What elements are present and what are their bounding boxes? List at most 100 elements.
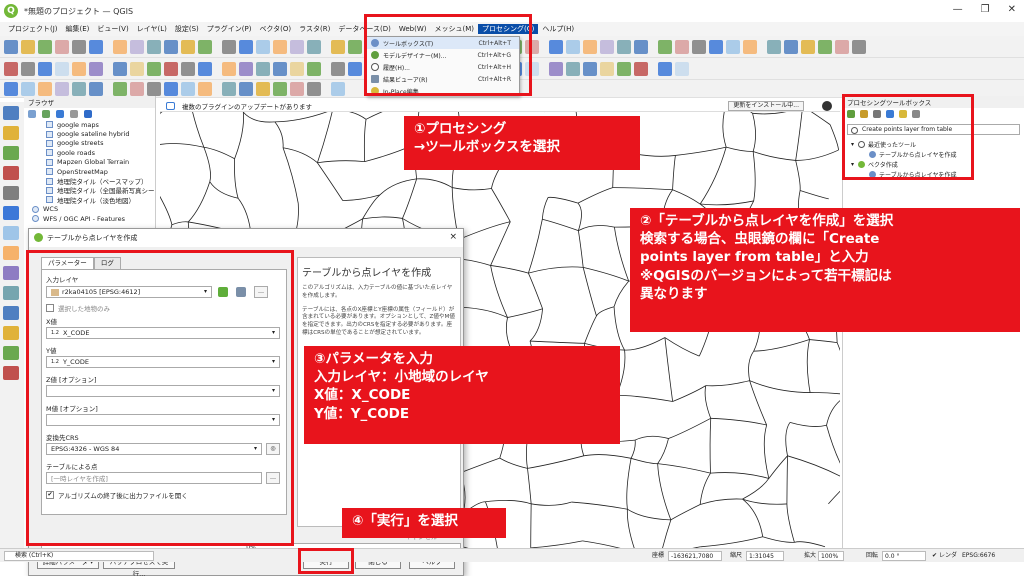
toolbar-tool-icon[interactable] xyxy=(709,39,723,54)
toolbar-tool-icon[interactable] xyxy=(726,39,740,54)
toolbar-tool-icon[interactable] xyxy=(324,82,328,96)
toolbar-tool-icon[interactable] xyxy=(784,39,798,54)
toolbar-tool-icon[interactable] xyxy=(542,40,546,54)
toolbar-tool-icon[interactable] xyxy=(55,81,69,96)
close-window-button[interactable]: ✕ xyxy=(1008,4,1016,15)
menu-layer[interactable]: レイヤ(L) xyxy=(133,24,171,34)
toolbar-tool-icon[interactable] xyxy=(21,61,35,76)
toolbar-tool-icon[interactable] xyxy=(106,40,110,54)
toolbar-tool-icon[interactable] xyxy=(89,61,103,76)
toolbar-tool-icon[interactable] xyxy=(198,61,212,76)
toolbar-tool-icon[interactable] xyxy=(113,61,127,76)
toolbar-tool-icon[interactable] xyxy=(348,61,362,76)
menu-view[interactable]: ビュー(V) xyxy=(93,24,132,34)
toolbar-tool-icon[interactable] xyxy=(583,61,597,76)
toolbar-tool-icon[interactable] xyxy=(307,39,321,54)
toolbar-tool-icon[interactable] xyxy=(239,81,253,96)
toolbar-tool-icon[interactable] xyxy=(290,61,304,76)
toolbar-tool-icon[interactable] xyxy=(215,62,219,76)
toolbar-tool-icon[interactable] xyxy=(658,39,672,54)
toolbar-tool-icon[interactable] xyxy=(290,39,304,54)
browser-item[interactable]: 地理院タイル（全国最新写真シー xyxy=(24,186,155,195)
toolbar-tool-icon[interactable] xyxy=(634,39,648,54)
toolbar-tool-icon[interactable] xyxy=(215,82,219,96)
browser-item[interactable]: google streets xyxy=(24,139,155,148)
toolbar-tool-icon[interactable] xyxy=(290,81,304,96)
add-layer-icon[interactable] xyxy=(3,106,19,120)
toolbar-tool-icon[interactable] xyxy=(21,81,35,96)
toolbar-tool-icon[interactable] xyxy=(106,62,110,76)
toolbar-tool-icon[interactable] xyxy=(617,61,631,76)
toolbar-tool-icon[interactable] xyxy=(273,81,287,96)
toolbar-tool-icon[interactable] xyxy=(38,61,52,76)
toolbar-tool-icon[interactable] xyxy=(4,39,18,54)
toolbar-tool-icon[interactable] xyxy=(38,39,52,54)
toolbar-tool-icon[interactable] xyxy=(600,61,614,76)
add-layer-icon[interactable] xyxy=(3,146,19,160)
toolbar-tool-icon[interactable] xyxy=(130,81,144,96)
minimize-button[interactable]: — xyxy=(953,4,963,15)
toolbar-tool-icon[interactable] xyxy=(583,39,597,54)
toolbar-tool-icon[interactable] xyxy=(222,81,236,96)
browser-item[interactable]: OpenStreetMap xyxy=(24,167,155,176)
add-layer-icon[interactable] xyxy=(3,326,19,340)
toolbar-tool-icon[interactable] xyxy=(835,39,849,54)
toolbar-tool-icon[interactable] xyxy=(130,39,144,54)
toolbar-tool-icon[interactable] xyxy=(324,62,328,76)
browser-item[interactable]: google sateline hybrid xyxy=(24,129,155,138)
toolbar-tool-icon[interactable] xyxy=(675,39,689,54)
browser-item[interactable]: 地理院タイル（淡色地図） xyxy=(24,195,155,205)
browser-item[interactable]: goole roads xyxy=(24,148,155,157)
toolbar-tool-icon[interactable] xyxy=(801,39,815,54)
toolbar-tool-icon[interactable] xyxy=(634,61,648,76)
toolbar-tool-icon[interactable] xyxy=(55,39,69,54)
toolbar-tool-icon[interactable] xyxy=(852,39,866,54)
toolbar-tool-icon[interactable] xyxy=(55,61,69,76)
menu-vector[interactable]: ベクタ(O) xyxy=(255,24,295,34)
toolbar-tool-icon[interactable] xyxy=(222,61,236,76)
toolbar-tool-icon[interactable] xyxy=(72,81,86,96)
toolbar-tool-icon[interactable] xyxy=(106,82,110,96)
properties-icon[interactable] xyxy=(84,110,92,118)
toolbar-tool-icon[interactable] xyxy=(256,81,270,96)
toolbar-tool-icon[interactable] xyxy=(147,39,161,54)
close-icon[interactable]: × xyxy=(449,232,457,242)
toolbar-tool-icon[interactable] xyxy=(164,81,178,96)
toolbar-tool-icon[interactable] xyxy=(181,39,195,54)
browser-item-wfs[interactable]: WFS / OGC API - Features xyxy=(24,214,155,223)
add-layer-icon[interactable] xyxy=(3,366,19,380)
toolbar-tool-icon[interactable] xyxy=(215,40,219,54)
toolbar-tool-icon[interactable] xyxy=(89,81,103,96)
toolbar-tool-icon[interactable] xyxy=(651,62,655,76)
render-checkbox[interactable]: ✔ レンダ xyxy=(932,551,957,561)
toolbar-tool-icon[interactable] xyxy=(549,39,563,54)
menu-edit[interactable]: 編集(E) xyxy=(62,24,94,34)
toolbar-tool-icon[interactable] xyxy=(869,40,873,54)
toolbar-tool-icon[interactable] xyxy=(72,61,86,76)
toolbar-tool-icon[interactable] xyxy=(331,61,345,76)
toolbar-tool-icon[interactable] xyxy=(767,39,781,54)
restore-button[interactable]: ❐ xyxy=(981,4,990,15)
toolbar-tool-icon[interactable] xyxy=(743,39,757,54)
add-layer-icon[interactable] xyxy=(3,266,19,280)
refresh-icon[interactable] xyxy=(42,110,50,118)
rotation-field[interactable]: 0.0 ° xyxy=(882,551,926,561)
add-layer-icon[interactable] xyxy=(3,286,19,300)
toolbar-tool-icon[interactable] xyxy=(566,61,580,76)
toolbar-tool-icon[interactable] xyxy=(348,39,362,54)
toolbar-tool-icon[interactable] xyxy=(4,61,18,76)
close-notification-icon[interactable] xyxy=(822,101,832,111)
toolbar-tool-icon[interactable] xyxy=(324,40,328,54)
add-selected-icon[interactable] xyxy=(28,110,36,118)
toolbar-tool-icon[interactable] xyxy=(239,39,253,54)
menu-project[interactable]: プロジェクト(J) xyxy=(4,24,62,34)
toolbar-tool-icon[interactable] xyxy=(307,81,321,96)
toolbar-tool-icon[interactable] xyxy=(222,39,236,54)
toolbar-tool-icon[interactable] xyxy=(239,61,253,76)
menu-settings[interactable]: 設定(S) xyxy=(171,24,203,34)
toolbar-tool-icon[interactable] xyxy=(113,39,127,54)
toolbar-tool-icon[interactable] xyxy=(198,81,212,96)
toolbar-tool-icon[interactable] xyxy=(566,39,580,54)
browser-item[interactable]: Mapzen Global Terrain xyxy=(24,158,155,167)
toolbar-tool-icon[interactable] xyxy=(72,39,86,54)
